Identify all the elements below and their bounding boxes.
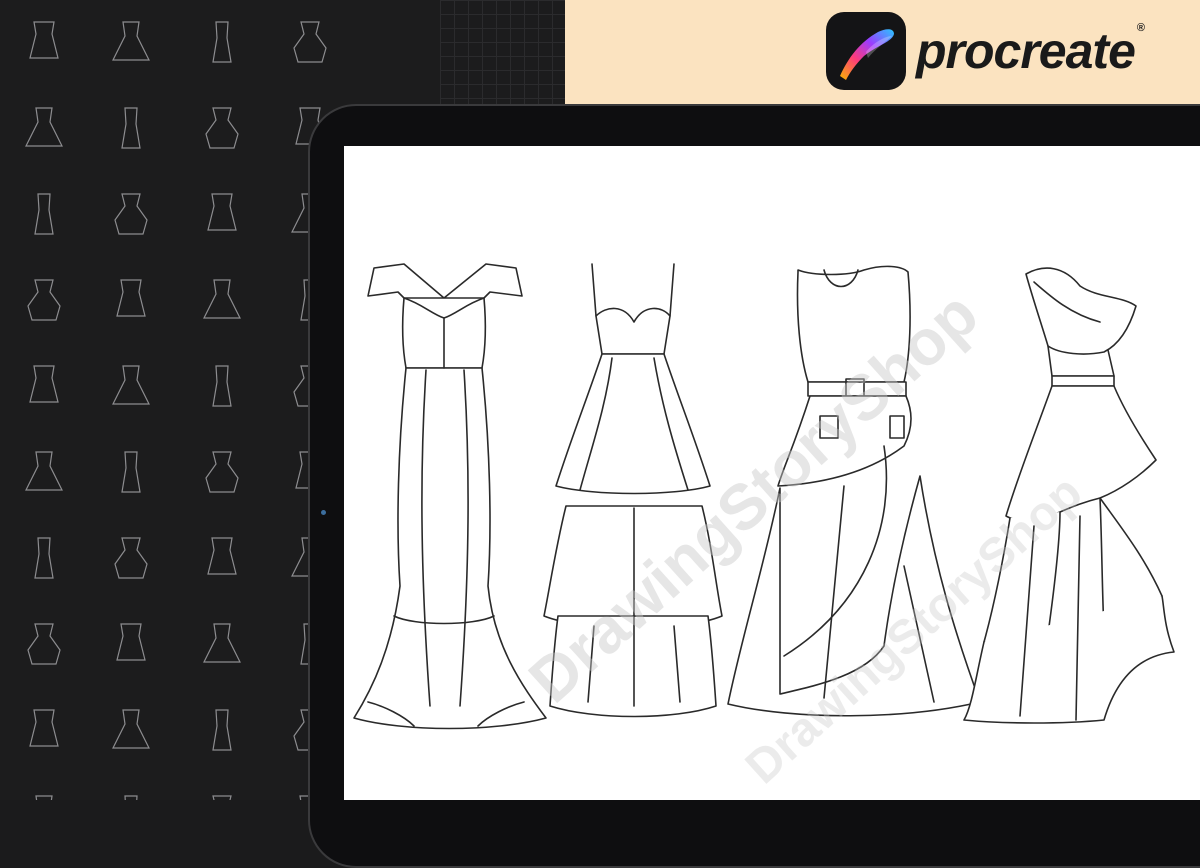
- dress-sketch-icon[interactable]: [29, 21, 59, 59]
- dress-3-sketch: [727, 265, 981, 717]
- dress-sketch-icon[interactable]: [205, 107, 239, 149]
- dress-sketch-icon[interactable]: [26, 795, 62, 800]
- dress-sketch-icon[interactable]: [122, 795, 140, 800]
- dress-sketch-icon[interactable]: [27, 279, 61, 321]
- drawing-canvas[interactable]: DrawingStoryShop DrawingStoryShop: [344, 146, 1200, 800]
- dress-sketch-icon[interactable]: [293, 21, 327, 63]
- dress-sketch-icon[interactable]: [207, 537, 237, 575]
- procreate-app-icon: [826, 12, 906, 90]
- dress-sketch-icon[interactable]: [205, 451, 239, 493]
- dress-sketch-icon[interactable]: [29, 709, 59, 747]
- procreate-wordmark: procreate ®: [916, 22, 1145, 80]
- dress-sketch-icon[interactable]: [112, 21, 150, 61]
- dress-sketch-icon[interactable]: [25, 107, 63, 147]
- dress-sketch-icon[interactable]: [114, 193, 148, 235]
- dress-sketch-icon[interactable]: [27, 623, 61, 665]
- dress-sketch-icon[interactable]: [212, 365, 232, 407]
- dress-sketch-icon[interactable]: [116, 279, 146, 317]
- dress-sketch-icon[interactable]: [34, 537, 54, 579]
- dress-sketch-icon[interactable]: [114, 537, 148, 579]
- dress-sketch-icon[interactable]: [112, 709, 150, 749]
- dress-sketch-icon[interactable]: [212, 709, 232, 751]
- dress-sketch-icon[interactable]: [29, 365, 59, 403]
- registered-mark: ®: [1136, 22, 1145, 34]
- dress-sketch-icon[interactable]: [121, 107, 141, 149]
- dress-1-sketch: [353, 263, 547, 730]
- dress-2-sketch: [543, 263, 723, 718]
- dress-sketch-icon[interactable]: [203, 623, 241, 663]
- dress-4-sketch: [963, 267, 1175, 724]
- dress-sketch-icon[interactable]: [207, 193, 237, 231]
- dress-sketch-icon[interactable]: [116, 623, 146, 661]
- dress-sketch-icon[interactable]: [25, 451, 63, 491]
- dress-sketch-icon[interactable]: [206, 795, 238, 800]
- brand-name: procreate: [916, 23, 1136, 79]
- dress-sketches: [353, 263, 1175, 730]
- dress-sketch-icon[interactable]: [203, 279, 241, 319]
- dress-sketch-icon[interactable]: [121, 451, 141, 493]
- dress-sketch-icon[interactable]: [34, 193, 54, 235]
- procreate-logo: procreate ®: [826, 12, 1145, 90]
- dress-sketch-icon[interactable]: [112, 365, 150, 405]
- dress-sketch-icon[interactable]: [212, 21, 232, 63]
- tablet-camera: [321, 510, 326, 515]
